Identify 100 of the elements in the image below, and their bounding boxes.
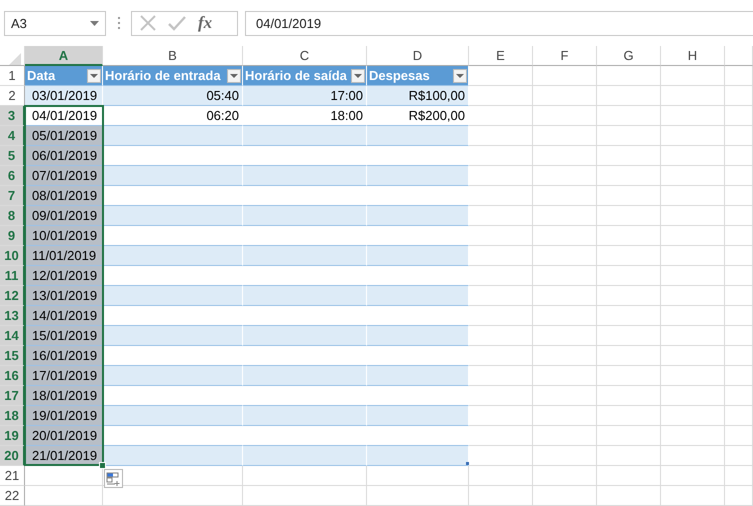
empty-cell[interactable] — [661, 346, 725, 366]
empty-cell[interactable] — [597, 426, 661, 446]
empty-cell[interactable] — [725, 226, 753, 246]
empty-cell[interactable] — [597, 486, 661, 506]
table-cell[interactable]: 17:00 — [243, 86, 367, 106]
empty-cell[interactable] — [597, 286, 661, 306]
empty-cell[interactable] — [469, 146, 533, 166]
empty-cell[interactable] — [533, 206, 597, 226]
empty-cell[interactable] — [533, 426, 597, 446]
empty-cell[interactable] — [661, 426, 725, 446]
empty-cell[interactable] — [533, 86, 597, 106]
empty-cell[interactable] — [597, 166, 661, 186]
table-cell[interactable]: R$100,00 — [367, 86, 469, 106]
row-header[interactable]: 1 — [0, 66, 25, 86]
table-cell[interactable] — [367, 206, 469, 226]
empty-cell[interactable] — [725, 126, 753, 146]
empty-cell[interactable] — [597, 66, 661, 86]
table-cell[interactable] — [243, 206, 367, 226]
empty-cell[interactable] — [469, 306, 533, 326]
table-cell[interactable] — [367, 406, 469, 426]
empty-cell[interactable] — [725, 386, 753, 406]
empty-cell[interactable] — [725, 106, 753, 126]
empty-cell[interactable] — [469, 486, 533, 506]
empty-cell[interactable] — [725, 306, 753, 326]
empty-cell[interactable] — [533, 266, 597, 286]
empty-cell[interactable] — [725, 486, 753, 506]
table-cell[interactable]: 19/01/2019 — [25, 406, 103, 426]
empty-cell[interactable] — [367, 466, 469, 486]
empty-cell[interactable] — [661, 206, 725, 226]
empty-cell[interactable] — [725, 146, 753, 166]
empty-cell[interactable] — [661, 226, 725, 246]
empty-cell[interactable] — [367, 486, 469, 506]
empty-cell[interactable] — [469, 186, 533, 206]
table-cell[interactable] — [103, 126, 243, 146]
empty-cell[interactable] — [725, 246, 753, 266]
empty-cell[interactable] — [597, 106, 661, 126]
name-box[interactable]: A3 — [4, 10, 106, 36]
column-header[interactable]: E — [469, 46, 533, 66]
column-header[interactable]: G — [597, 46, 661, 66]
column-header[interactable]: H — [661, 46, 725, 66]
empty-cell[interactable] — [725, 406, 753, 426]
table-cell[interactable] — [367, 366, 469, 386]
empty-cell[interactable] — [533, 346, 597, 366]
formula-input[interactable]: 04/01/2019 — [245, 10, 753, 36]
table-cell[interactable] — [367, 126, 469, 146]
empty-cell[interactable] — [533, 466, 597, 486]
table-cell[interactable]: 12/01/2019 — [25, 266, 103, 286]
empty-cell[interactable] — [661, 446, 725, 466]
row-header[interactable]: 5 — [0, 146, 25, 166]
empty-cell[interactable] — [661, 66, 725, 86]
table-cell[interactable] — [243, 166, 367, 186]
table-cell[interactable] — [103, 366, 243, 386]
empty-cell[interactable] — [469, 386, 533, 406]
empty-cell[interactable] — [661, 326, 725, 346]
table-cell[interactable] — [103, 406, 243, 426]
empty-cell[interactable] — [533, 406, 597, 426]
table-cell[interactable]: 17/01/2019 — [25, 366, 103, 386]
empty-cell[interactable] — [661, 386, 725, 406]
empty-cell[interactable] — [597, 386, 661, 406]
row-header[interactable]: 9 — [0, 226, 25, 246]
empty-cell[interactable] — [661, 486, 725, 506]
empty-cell[interactable] — [597, 446, 661, 466]
empty-cell[interactable] — [661, 286, 725, 306]
table-cell[interactable]: 11/01/2019 — [25, 246, 103, 266]
empty-cell[interactable] — [661, 366, 725, 386]
empty-cell[interactable] — [533, 146, 597, 166]
empty-cell[interactable] — [725, 206, 753, 226]
table-cell[interactable] — [103, 246, 243, 266]
empty-cell[interactable] — [597, 246, 661, 266]
table-cell[interactable]: 20/01/2019 — [25, 426, 103, 446]
empty-cell[interactable] — [661, 166, 725, 186]
table-cell[interactable] — [103, 286, 243, 306]
empty-cell[interactable] — [469, 226, 533, 246]
column-header[interactable]: F — [533, 46, 597, 66]
filter-button[interactable] — [227, 68, 241, 82]
table-cell[interactable]: 15/01/2019 — [25, 326, 103, 346]
table-cell[interactable]: 10/01/2019 — [25, 226, 103, 246]
table-cell[interactable] — [243, 446, 367, 466]
empty-cell[interactable] — [533, 186, 597, 206]
quick-analysis-button[interactable] — [104, 469, 123, 488]
row-header[interactable]: 13 — [0, 306, 25, 326]
table-cell[interactable] — [243, 126, 367, 146]
table-cell[interactable]: 16/01/2019 — [25, 346, 103, 366]
empty-cell[interactable] — [533, 226, 597, 246]
table-cell[interactable] — [103, 326, 243, 346]
row-header[interactable]: 6 — [0, 166, 25, 186]
table-cell[interactable]: 14/01/2019 — [25, 306, 103, 326]
empty-cell[interactable] — [533, 306, 597, 326]
empty-cell[interactable] — [243, 486, 367, 506]
empty-cell[interactable] — [469, 106, 533, 126]
empty-cell[interactable] — [597, 326, 661, 346]
column-header[interactable]: A — [25, 46, 103, 66]
table-cell[interactable]: 05/01/2019 — [25, 126, 103, 146]
empty-cell[interactable] — [597, 266, 661, 286]
empty-cell[interactable] — [597, 126, 661, 146]
empty-cell[interactable] — [725, 86, 753, 106]
empty-cell[interactable] — [243, 466, 367, 486]
empty-cell[interactable] — [597, 466, 661, 486]
empty-cell[interactable] — [725, 186, 753, 206]
row-header[interactable]: 11 — [0, 266, 25, 286]
